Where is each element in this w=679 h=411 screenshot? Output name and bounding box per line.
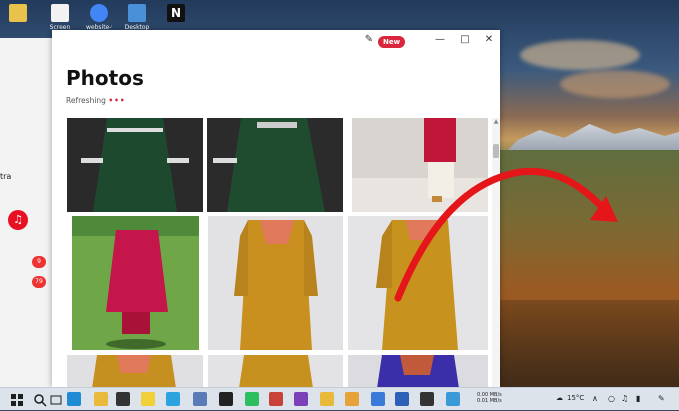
weather-temp[interactable]: 15°C (567, 394, 584, 402)
network-app-icon[interactable] (371, 392, 385, 406)
photos-app-icon[interactable] (269, 392, 283, 406)
folder-icon[interactable] (320, 392, 334, 406)
windows-start-icon[interactable] (10, 392, 24, 406)
pen-tray-icon[interactable]: ✎ (658, 394, 665, 403)
sticky-notes-icon[interactable] (141, 392, 155, 406)
show-hidden-icons[interactable]: ∧ (592, 394, 598, 403)
notepad-icon[interactable] (116, 392, 130, 406)
word-icon[interactable] (395, 392, 409, 406)
telegram-icon[interactable] (166, 392, 180, 406)
mail-icon[interactable] (446, 392, 460, 406)
network-download-speed: 0.01 MB/s (477, 398, 502, 404)
whatsapp-icon[interactable] (245, 392, 259, 406)
annotation-arrow (394, 167, 618, 302)
task-view-icon[interactable] (49, 392, 63, 406)
volume-icon[interactable]: ♫ (621, 394, 628, 403)
media-icon[interactable] (219, 392, 233, 406)
network-icon[interactable]: ○ (608, 394, 615, 403)
settings-icon[interactable] (420, 392, 434, 406)
k-app-icon[interactable] (193, 392, 207, 406)
chrome-icon[interactable] (345, 392, 359, 406)
search-icon[interactable] (33, 392, 47, 407)
onenote-icon[interactable] (294, 392, 308, 406)
file-explorer-icon[interactable] (94, 392, 108, 406)
taskbar: 0.00 MB/s 0.01 MB/s ☁ 15°C ∧ ○ ♫ ▮ ✎ (0, 387, 679, 410)
battery-icon[interactable]: ▮ (636, 394, 640, 403)
edge-icon[interactable] (67, 392, 81, 406)
weather-icon[interactable]: ☁ (556, 394, 563, 402)
